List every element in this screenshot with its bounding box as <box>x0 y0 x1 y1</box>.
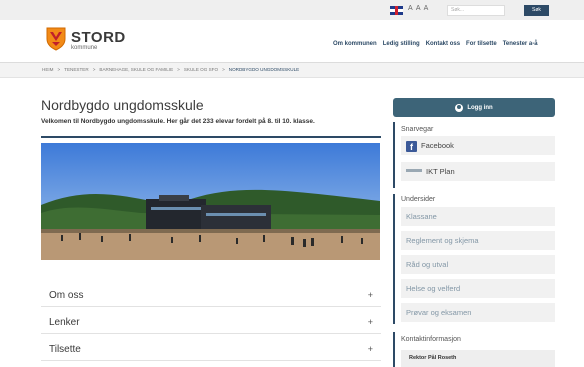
breadcrumb-tenester[interactable]: TENESTER <box>64 67 89 72</box>
accordion-lenker[interactable]: Lenker + <box>41 311 381 334</box>
shortcuts-heading: Snarvegar <box>401 126 434 133</box>
contact-principal: Rektor Pål Roseth <box>401 350 555 367</box>
breadcrumb-home[interactable]: HEIM <box>42 67 53 72</box>
logo-subtitle: kommune <box>71 45 98 51</box>
subpages-border <box>393 194 395 324</box>
breadcrumb: HEIM > TENESTER > BARNEHAGE, SKULE OG FA… <box>42 67 299 72</box>
search-input[interactable]: Søk... <box>447 5 505 16</box>
breadcrumb-separator: > <box>222 67 225 72</box>
subpage-rad-og-utval[interactable]: Råd og utval <box>401 255 555 274</box>
ikt-plan-icon <box>406 169 422 172</box>
subpage-helse-og-velferd[interactable]: Helse og velferd <box>401 279 555 298</box>
login-label: Logg inn <box>467 104 493 111</box>
login-button[interactable]: Logg inn <box>393 98 555 117</box>
breadcrumb-separator: > <box>92 67 96 72</box>
user-icon <box>455 103 464 112</box>
font-size-control[interactable]: A A A <box>408 5 429 12</box>
facebook-icon: f <box>406 141 417 152</box>
accordion-label: Om oss <box>49 290 84 301</box>
subpage-reglement-og-skjema[interactable]: Reglement og skjema <box>401 231 555 250</box>
logo-title[interactable]: STORD <box>71 29 126 46</box>
english-flag-icon[interactable] <box>390 6 403 15</box>
accordion-label: Lenker <box>49 317 80 328</box>
nav-ledig-stilling[interactable]: Ledig stilling <box>383 41 420 47</box>
content-divider <box>41 136 381 138</box>
breadcrumb-skule-og-sfo[interactable]: SKULE OG SFO <box>184 67 218 72</box>
shortcuts-border <box>393 122 395 188</box>
expand-icon[interactable]: + <box>368 290 373 300</box>
stord-coat-of-arms-icon[interactable] <box>46 27 66 51</box>
accordion-tilsette[interactable]: Tilsette + <box>41 338 381 361</box>
intro-text: Velkomen til Nordbygdo ungdomsskule. Her… <box>41 118 315 125</box>
search-button[interactable]: Søk <box>524 5 549 16</box>
shortcut-label: Facebook <box>421 141 454 150</box>
accordion-label: Tilsette <box>49 344 81 355</box>
nav-for-tilsette[interactable]: For tilsette <box>466 41 497 47</box>
breadcrumb-separator: > <box>57 67 61 72</box>
contact-heading: Kontaktinformasjon <box>401 336 461 343</box>
nav-om-kommunen[interactable]: Om kommunen <box>333 41 377 47</box>
expand-icon[interactable]: + <box>368 344 373 354</box>
subpage-provar-og-eksamen[interactable]: Prøvar og eksamen <box>401 303 555 322</box>
expand-icon[interactable]: + <box>368 317 373 327</box>
subpages-heading: Undersider <box>401 196 436 203</box>
main-navigation: Om kommunen Ledig stilling Kontakt oss F… <box>333 41 538 47</box>
breadcrumb-divider <box>0 77 584 78</box>
shortcut-ikt-plan[interactable]: IKT Plan <box>401 162 555 181</box>
breadcrumb-separator: > <box>177 67 180 72</box>
school-photo <box>41 143 380 260</box>
shortcut-label: IKT Plan <box>426 167 455 176</box>
page-title: Nordbygdo ungdomsskule <box>41 97 204 113</box>
nav-kontakt-oss[interactable]: Kontakt oss <box>426 41 460 47</box>
contact-border <box>393 332 395 367</box>
breadcrumb-barnehage[interactable]: BARNEHAGE, SKULE OG FAMILIE <box>99 67 173 72</box>
shortcut-facebook[interactable]: f Facebook <box>401 136 555 155</box>
subpage-klassane[interactable]: Klassane <box>401 207 555 226</box>
accordion-om-oss[interactable]: Om oss + <box>41 284 381 307</box>
breadcrumb-current: NORDBYGDO UNGDOMSSKULE <box>228 67 300 72</box>
nav-tenester-a-a[interactable]: Tenester a-å <box>503 41 538 47</box>
